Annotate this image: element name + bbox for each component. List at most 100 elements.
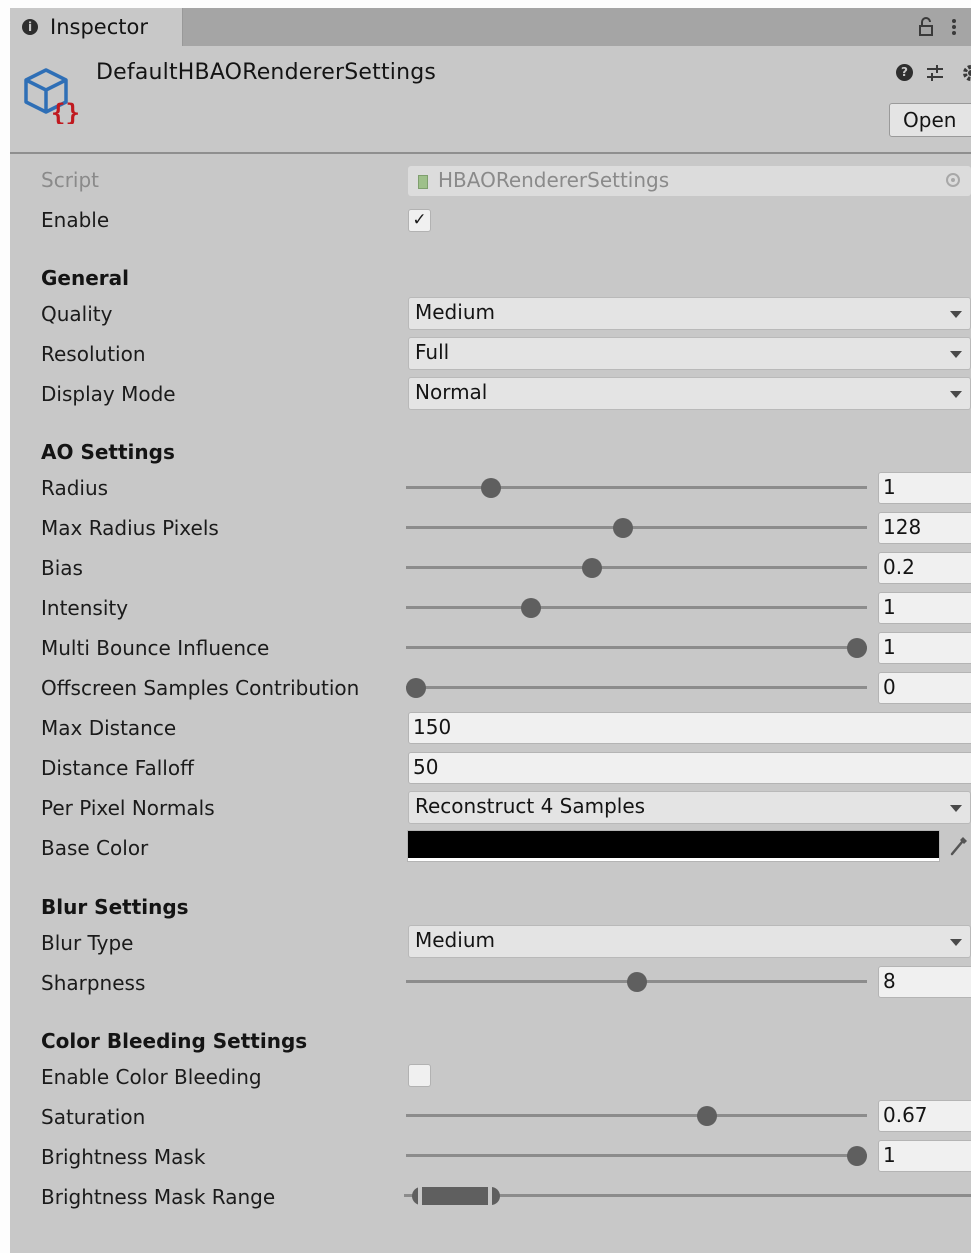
range-min-handle[interactable] bbox=[418, 1187, 422, 1205]
multi-bounce-label: Multi Bounce Influence bbox=[41, 636, 270, 660]
range-bar[interactable] bbox=[412, 1187, 501, 1205]
dropdown-arrow-icon bbox=[950, 351, 962, 358]
dropdown-arrow-icon bbox=[950, 939, 962, 946]
slider-thumb[interactable] bbox=[480, 478, 501, 498]
object-picker-icon[interactable] bbox=[946, 173, 960, 187]
distance-falloff-label: Distance Falloff bbox=[41, 756, 194, 780]
bias-field[interactable]: 0.2 bbox=[878, 552, 971, 584]
base-color-swatch[interactable] bbox=[407, 830, 940, 862]
saturation-value: 0.67 bbox=[883, 1103, 928, 1127]
asset-name: DefaultHBAORendererSettings bbox=[96, 60, 437, 85]
display-mode-label: Display Mode bbox=[41, 382, 176, 406]
radius-field[interactable]: 1 bbox=[878, 472, 971, 504]
bias-label: Bias bbox=[41, 556, 83, 580]
tab-bar: i Inspector bbox=[10, 8, 971, 46]
tab-inspector[interactable]: i Inspector bbox=[10, 8, 183, 46]
multi-bounce-slider[interactable] bbox=[406, 636, 867, 660]
slider-thumb[interactable] bbox=[613, 518, 634, 538]
blur-type-label: Blur Type bbox=[41, 931, 134, 955]
intensity-slider[interactable] bbox=[406, 596, 867, 620]
slider-track bbox=[406, 1154, 867, 1157]
resolution-label: Resolution bbox=[41, 342, 146, 366]
help-icon[interactable]: ? bbox=[896, 64, 913, 81]
sharpness-label: Sharpness bbox=[41, 971, 146, 995]
max-radius-pixels-value: 128 bbox=[883, 515, 922, 539]
enable-label: Enable bbox=[41, 208, 110, 232]
per-pixel-normals-dropdown[interactable]: Reconstruct 4 Samples bbox=[408, 791, 971, 824]
general-header: General bbox=[41, 266, 129, 290]
base-color-label: Base Color bbox=[41, 836, 149, 860]
script-field[interactable]: HBAORendererSettings bbox=[408, 166, 971, 196]
slider-thumb[interactable] bbox=[406, 678, 426, 698]
intensity-field[interactable]: 1 bbox=[878, 592, 971, 624]
sharpness-field[interactable]: 8 bbox=[878, 966, 971, 998]
more-options-icon[interactable] bbox=[947, 16, 961, 38]
quality-dropdown[interactable]: Medium bbox=[408, 297, 971, 330]
offscreen-samples-slider[interactable] bbox=[406, 676, 867, 700]
dropdown-arrow-icon bbox=[950, 805, 962, 812]
saturation-label: Saturation bbox=[41, 1105, 146, 1129]
slider-thumb[interactable] bbox=[582, 558, 603, 578]
brightness-mask-range-label: Brightness Mask Range bbox=[41, 1185, 276, 1209]
distance-falloff-value: 50 bbox=[413, 755, 439, 779]
slider-thumb[interactable] bbox=[520, 598, 541, 618]
slider-track bbox=[406, 486, 867, 489]
blur-type-value: Medium bbox=[415, 928, 495, 952]
info-icon: i bbox=[22, 19, 38, 35]
resolution-dropdown[interactable]: Full bbox=[408, 337, 971, 370]
dropdown-arrow-icon bbox=[950, 391, 962, 398]
distance-falloff-field[interactable]: 50 bbox=[408, 752, 971, 784]
blur-type-dropdown[interactable]: Medium bbox=[408, 925, 971, 958]
blur-settings-header: Blur Settings bbox=[41, 895, 189, 919]
header-divider bbox=[10, 152, 971, 154]
display-mode-value: Normal bbox=[415, 380, 488, 404]
gear-icon[interactable] bbox=[957, 63, 971, 83]
max-radius-pixels-slider[interactable] bbox=[406, 516, 867, 540]
display-mode-dropdown[interactable]: Normal bbox=[408, 377, 971, 410]
alpha-bar bbox=[408, 858, 939, 861]
slider-track bbox=[406, 606, 867, 609]
radius-slider[interactable] bbox=[406, 476, 867, 500]
max-distance-value: 150 bbox=[413, 715, 452, 739]
slider-track bbox=[406, 686, 867, 689]
script-label: Script bbox=[41, 168, 100, 192]
saturation-field[interactable]: 0.67 bbox=[878, 1100, 971, 1132]
brightness-mask-slider[interactable] bbox=[406, 1144, 867, 1168]
offscreen-samples-label: Offscreen Samples Contribution bbox=[41, 676, 360, 700]
max-radius-pixels-field[interactable]: 128 bbox=[878, 512, 971, 544]
radius-value: 1 bbox=[883, 475, 896, 499]
tab-label: Inspector bbox=[50, 15, 148, 39]
lock-icon[interactable] bbox=[915, 16, 937, 38]
max-distance-field[interactable]: 150 bbox=[408, 712, 971, 744]
offscreen-samples-field[interactable]: 0 bbox=[878, 672, 971, 704]
presets-icon[interactable] bbox=[925, 63, 945, 83]
bias-value: 0.2 bbox=[883, 555, 915, 579]
multi-bounce-value: 1 bbox=[883, 635, 896, 659]
max-radius-pixels-label: Max Radius Pixels bbox=[41, 516, 219, 540]
resolution-value: Full bbox=[415, 340, 450, 364]
slider-thumb[interactable] bbox=[847, 1146, 867, 1166]
script-file-icon bbox=[418, 175, 428, 189]
enable-color-bleeding-checkbox[interactable] bbox=[408, 1064, 431, 1087]
range-max-handle[interactable] bbox=[488, 1187, 493, 1205]
eyedropper-icon[interactable] bbox=[948, 834, 970, 858]
slider-thumb[interactable] bbox=[697, 1106, 718, 1126]
sharpness-slider[interactable] bbox=[406, 970, 867, 994]
brightness-mask-field[interactable]: 1 bbox=[878, 1140, 971, 1172]
slider-thumb[interactable] bbox=[626, 972, 647, 992]
enable-checkbox[interactable]: ✓ bbox=[408, 209, 431, 232]
brightness-mask-range-slider[interactable] bbox=[404, 1184, 971, 1208]
sharpness-value: 8 bbox=[883, 969, 896, 993]
intensity-label: Intensity bbox=[41, 596, 129, 620]
slider-track bbox=[406, 1114, 867, 1117]
slider-thumb[interactable] bbox=[847, 638, 867, 658]
saturation-slider[interactable] bbox=[406, 1104, 867, 1128]
scriptable-object-icon: {} bbox=[24, 68, 80, 124]
bias-slider[interactable] bbox=[406, 556, 867, 580]
color-bleeding-header: Color Bleeding Settings bbox=[41, 1029, 308, 1053]
open-button[interactable]: Open bbox=[889, 103, 971, 137]
inspector-panel: i Inspector {} DefaultHBAORendererSettin… bbox=[10, 8, 971, 1253]
enable-color-bleeding-label: Enable Color Bleeding bbox=[41, 1065, 262, 1089]
multi-bounce-field[interactable]: 1 bbox=[878, 632, 971, 664]
intensity-value: 1 bbox=[883, 595, 896, 619]
